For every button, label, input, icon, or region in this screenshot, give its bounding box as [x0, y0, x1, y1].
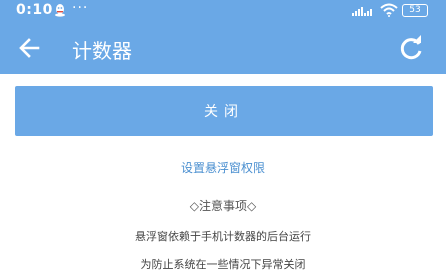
qq-icon — [55, 4, 65, 17]
status-bar: 0:10 ··· 53 — [0, 0, 446, 22]
signal-icon — [352, 7, 372, 16]
status-time: 0:10 — [16, 2, 53, 18]
wifi-icon — [380, 3, 398, 17]
toolbar: 计数器 — [0, 22, 446, 74]
float-window-permission-link[interactable]: 设置悬浮窗权限 — [0, 159, 446, 176]
battery-icon: 53 — [402, 4, 428, 17]
notice-title: ◇注意事项◇ — [189, 199, 257, 213]
app-bar: 0:10 ··· 53 计数器 — [0, 0, 446, 74]
notice-line: 为防止系统在一些情况下异常关闭 — [140, 258, 306, 271]
refresh-icon[interactable] — [394, 32, 428, 64]
notification-dots: ··· — [72, 0, 89, 16]
page-title: 计数器 — [72, 39, 132, 63]
close-button[interactable]: 关闭 — [15, 86, 433, 136]
arrow-left-icon[interactable] — [12, 32, 46, 64]
notice-line: 悬浮窗依赖于手机计数器的后台运行 — [135, 230, 311, 243]
